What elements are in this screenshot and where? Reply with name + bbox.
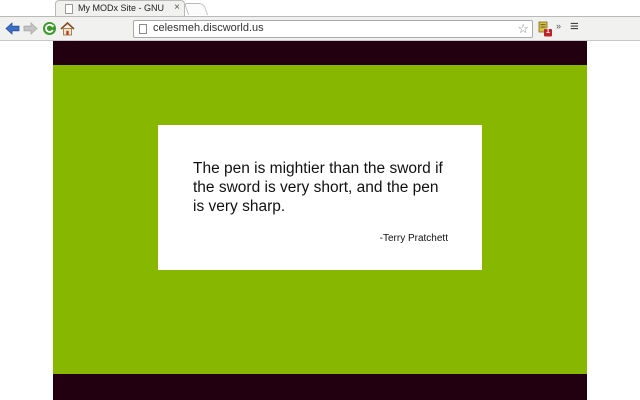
page-icon: [65, 4, 73, 14]
star-icon[interactable]: ☆: [517, 21, 529, 37]
address-bar[interactable]: celesmeh.discworld.us ☆: [133, 20, 533, 38]
quote-card: The pen is mightier than the sword if th…: [158, 125, 482, 270]
extension-button[interactable]: 1: [536, 20, 553, 37]
page-icon: [139, 24, 147, 34]
back-button[interactable]: [4, 20, 21, 37]
page-content: The pen is mightier than the sword if th…: [53, 41, 587, 400]
back-arrow-icon: [5, 22, 20, 35]
home-icon: [60, 21, 75, 35]
menu-icon[interactable]: ≡: [570, 18, 579, 35]
tab-active[interactable]: My MODx Site - GNU ×: [55, 0, 185, 16]
home-button[interactable]: [59, 20, 76, 37]
forward-button[interactable]: [22, 20, 39, 37]
extension-icon: [538, 21, 552, 37]
quote-text: The pen is mightier than the sword if th…: [193, 160, 443, 215]
toolbar: celesmeh.discworld.us ☆ 1 » ≡: [0, 16, 640, 41]
browser-window: My MODx Site - GNU × celesmeh.discworld.…: [0, 0, 640, 400]
new-tab-button[interactable]: [183, 3, 209, 15]
quote-author: -Terry Pratchett: [379, 233, 448, 244]
page-footer-bar: [53, 374, 587, 400]
reload-button[interactable]: [41, 20, 58, 37]
page-header-bar: [53, 41, 587, 65]
tab-strip: My MODx Site - GNU ×: [0, 0, 640, 16]
forward-arrow-icon: [23, 22, 38, 35]
url-text[interactable]: celesmeh.discworld.us: [153, 22, 264, 34]
close-icon[interactable]: ×: [174, 2, 180, 14]
tab-title: My MODx Site - GNU: [78, 3, 165, 13]
reload-icon: [43, 22, 56, 35]
overflow-chevron-icon[interactable]: »: [556, 21, 561, 31]
extension-badge: 1: [546, 28, 550, 35]
